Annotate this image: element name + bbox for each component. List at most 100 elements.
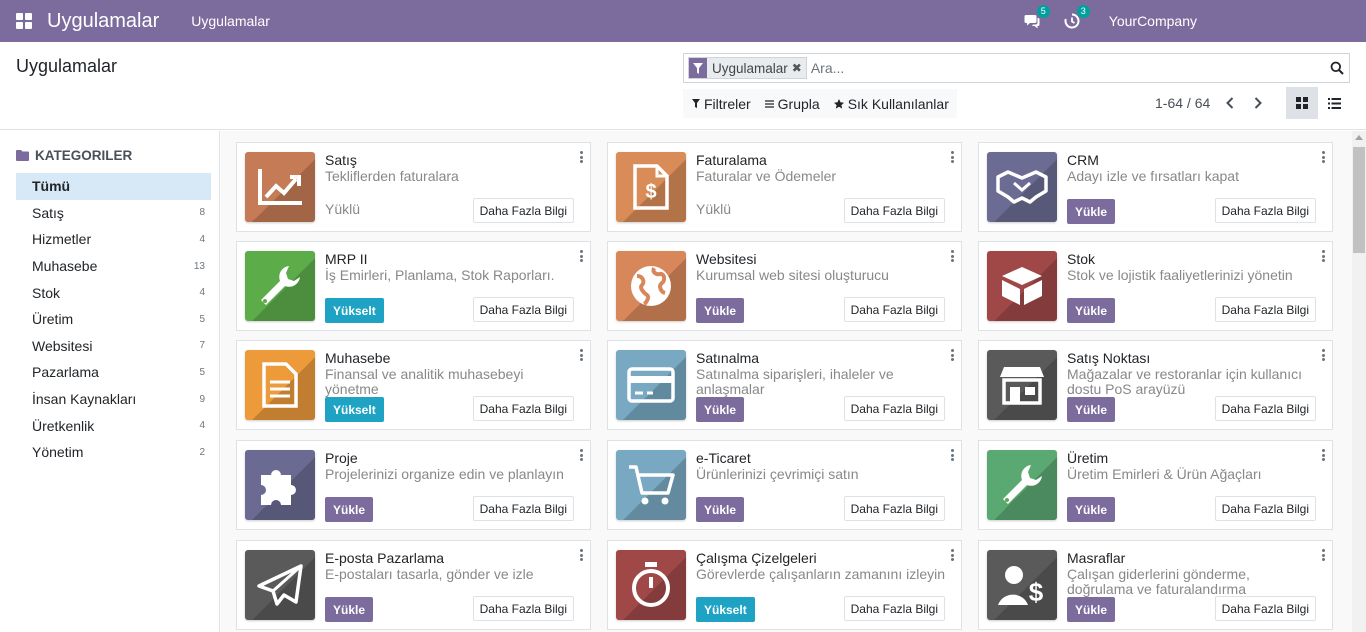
- install-button[interactable]: Yükle: [696, 298, 745, 323]
- app-icon[interactable]: $: [987, 550, 1057, 620]
- kebab-menu-icon[interactable]: [951, 449, 954, 463]
- favorites-dropdown[interactable]: Sık Kullanılanlar: [833, 96, 949, 112]
- sidebar-category-item[interactable]: İnsan Kaynakları 9: [16, 386, 211, 413]
- svg-text:$: $: [1029, 577, 1044, 607]
- pager-next-icon[interactable]: [1251, 97, 1265, 109]
- pager-value[interactable]: 1-64 / 64: [1155, 95, 1210, 111]
- messages-icon[interactable]: 5: [1023, 5, 1050, 30]
- kebab-menu-icon[interactable]: [580, 349, 583, 363]
- sidebar-category-item[interactable]: Üretkenlik 4: [16, 412, 211, 439]
- search-facet[interactable]: Uygulamalar ✖: [688, 57, 807, 79]
- kebab-menu-icon[interactable]: [951, 549, 954, 563]
- kebab-menu-icon[interactable]: [951, 250, 954, 264]
- kebab-menu-icon[interactable]: [1322, 549, 1325, 563]
- upgrade-button[interactable]: Yükselt: [325, 397, 384, 422]
- app-icon[interactable]: [616, 450, 686, 520]
- sidebar-category-item[interactable]: Muhasebe 13: [16, 253, 211, 280]
- app-icon[interactable]: [987, 450, 1057, 520]
- app-icon[interactable]: [245, 350, 315, 420]
- learn-more-button[interactable]: Daha Fazla Bilgi: [843, 198, 945, 223]
- app-icon[interactable]: [245, 251, 315, 321]
- app-icon[interactable]: [616, 550, 686, 620]
- upgrade-button[interactable]: Yükselt: [325, 298, 384, 323]
- install-button[interactable]: Yükle: [1067, 497, 1116, 522]
- kanban-view-icon[interactable]: [1286, 87, 1318, 119]
- app-icon[interactable]: [616, 350, 686, 420]
- sidebar-category-label: Hizmetler: [32, 231, 92, 248]
- learn-more-button[interactable]: Daha Fazla Bilgi: [472, 297, 574, 322]
- search-input[interactable]: [810, 60, 1325, 76]
- install-button[interactable]: Yükle: [1067, 199, 1116, 224]
- nav-menu-apps[interactable]: Uygulamalar: [191, 13, 270, 29]
- sidebar-category-item[interactable]: Hizmetler 4: [16, 226, 211, 253]
- app-icon[interactable]: [987, 251, 1057, 321]
- app-icon[interactable]: [245, 152, 315, 222]
- sidebar-category-item[interactable]: Pazarlama 5: [16, 359, 211, 386]
- scrollbar[interactable]: [1352, 131, 1366, 632]
- app-name: Satış Noktası: [1067, 350, 1151, 366]
- learn-more-button[interactable]: Daha Fazla Bilgi: [1214, 198, 1316, 223]
- learn-more-button[interactable]: Daha Fazla Bilgi: [472, 496, 574, 521]
- app-icon[interactable]: [987, 152, 1057, 222]
- app-switcher-icon[interactable]: [16, 13, 32, 29]
- sidebar-category-item[interactable]: Satış 8: [16, 200, 211, 227]
- kebab-menu-icon[interactable]: [580, 151, 583, 165]
- learn-more-button[interactable]: Daha Fazla Bilgi: [843, 396, 945, 421]
- scroll-up-icon[interactable]: [1355, 135, 1363, 140]
- sidebar-category-item[interactable]: Websitesi 7: [16, 333, 211, 360]
- list-view-icon[interactable]: [1318, 87, 1350, 119]
- nav-brand[interactable]: Uygulamalar: [47, 10, 159, 33]
- user-dollar-icon: $: [998, 563, 1046, 607]
- install-button[interactable]: Yükle: [1067, 397, 1116, 422]
- learn-more-button[interactable]: Daha Fazla Bilgi: [1214, 396, 1316, 421]
- search-icon[interactable]: [1325, 61, 1349, 75]
- kebab-menu-icon[interactable]: [1322, 151, 1325, 165]
- learn-more-button[interactable]: Daha Fazla Bilgi: [472, 396, 574, 421]
- learn-more-button[interactable]: Daha Fazla Bilgi: [472, 198, 574, 223]
- sidebar-category-count: 4: [199, 420, 205, 432]
- app-icon[interactable]: [616, 251, 686, 321]
- sidebar-category-item[interactable]: Stok 4: [16, 279, 211, 306]
- learn-more-button[interactable]: Daha Fazla Bilgi: [1214, 297, 1316, 322]
- learn-more-button[interactable]: Daha Fazla Bilgi: [1214, 496, 1316, 521]
- learn-more-button[interactable]: Daha Fazla Bilgi: [843, 596, 945, 621]
- install-button[interactable]: Yükle: [696, 397, 745, 422]
- app-card: e-Ticaret Ürünlerinizi çevrimiçi satın Yük…: [607, 440, 962, 530]
- learn-more-button[interactable]: Daha Fazla Bilgi: [472, 596, 574, 621]
- learn-more-button[interactable]: Daha Fazla Bilgi: [1214, 596, 1316, 621]
- company-switcher[interactable]: YourCompany: [1109, 13, 1197, 29]
- filters-dropdown[interactable]: Filtreler: [692, 96, 751, 112]
- app-icon[interactable]: [245, 450, 315, 520]
- kebab-menu-icon[interactable]: [580, 250, 583, 264]
- upgrade-button[interactable]: Yükselt: [696, 597, 755, 622]
- activities-clock-icon[interactable]: 3: [1063, 5, 1090, 30]
- install-button[interactable]: Yükle: [1067, 298, 1116, 323]
- sidebar-category-item[interactable]: Yönetim 2: [16, 439, 211, 466]
- kebab-menu-icon[interactable]: [951, 349, 954, 363]
- app-icon[interactable]: [245, 550, 315, 620]
- categories-heading-label: KATEGORILER: [35, 148, 133, 163]
- top-navbar: Uygulamalar Uygulamalar 5 3 YourCompany: [0, 0, 1366, 42]
- install-button[interactable]: Yükle: [325, 497, 374, 522]
- kebab-menu-icon[interactable]: [1322, 449, 1325, 463]
- install-button[interactable]: Yükle: [325, 597, 374, 622]
- learn-more-button[interactable]: Daha Fazla Bilgi: [843, 496, 945, 521]
- kebab-menu-icon[interactable]: [951, 151, 954, 165]
- kebab-menu-icon[interactable]: [1322, 250, 1325, 264]
- filter-icon: [692, 99, 700, 108]
- scrollbar-thumb[interactable]: [1353, 147, 1365, 253]
- kebab-menu-icon[interactable]: [1322, 349, 1325, 363]
- group-by-dropdown[interactable]: Grupla: [764, 96, 820, 112]
- sidebar-category-item[interactable]: Üretim 5: [16, 306, 211, 333]
- sidebar-category-item[interactable]: Tümü: [16, 173, 211, 200]
- kebab-menu-icon[interactable]: [580, 549, 583, 563]
- learn-more-button[interactable]: Daha Fazla Bilgi: [843, 297, 945, 322]
- install-button[interactable]: Yükle: [1067, 597, 1116, 622]
- kebab-menu-icon[interactable]: [580, 449, 583, 463]
- app-name: CRM: [1067, 152, 1099, 168]
- install-button[interactable]: Yükle: [696, 497, 745, 522]
- app-icon[interactable]: [987, 350, 1057, 420]
- facet-remove-icon[interactable]: ✖: [792, 61, 806, 75]
- app-icon[interactable]: $: [616, 152, 686, 222]
- pager-previous-icon[interactable]: [1223, 97, 1237, 109]
